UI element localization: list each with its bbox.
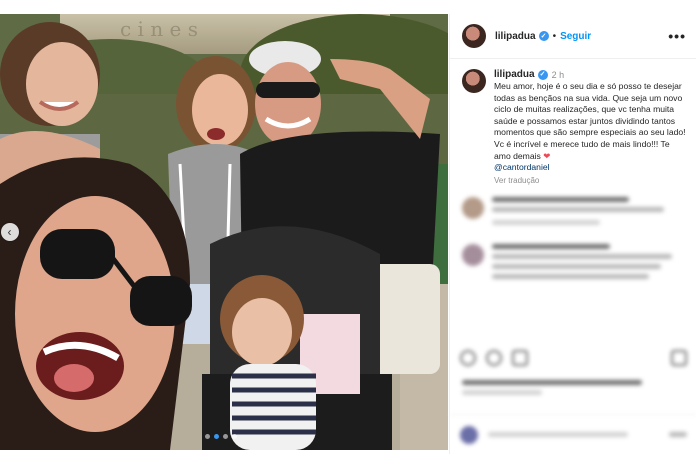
likes-summary — [462, 380, 662, 400]
comment-icon[interactable] — [486, 350, 502, 366]
heart-emoji: ❤ — [543, 150, 551, 161]
post-modal: c i n e s ‹ lilipadua ✓ • Seguir ••• lil… — [0, 14, 696, 454]
list-item — [450, 243, 696, 284]
comment-line — [492, 243, 610, 249]
caption-username[interactable]: lilipadua — [494, 69, 535, 80]
post-comment-button[interactable] — [669, 432, 687, 437]
comment-line — [492, 219, 600, 225]
separator-dot: • — [552, 30, 557, 42]
verified-badge-icon: ✓ — [537, 69, 548, 80]
avatar[interactable] — [462, 24, 486, 48]
comments-list — [450, 196, 696, 284]
comment-line — [492, 206, 665, 212]
carousel-dot — [205, 434, 210, 439]
comment-line — [492, 196, 630, 202]
action-bar — [450, 350, 696, 366]
carousel-dots — [205, 434, 237, 439]
follow-button[interactable]: Seguir — [560, 31, 591, 42]
caption-block: lilipadua ✓ 2 h Meu amor, hoje é o seu d… — [450, 59, 696, 185]
save-icon[interactable] — [671, 350, 687, 366]
verified-badge-icon: ✓ — [538, 31, 549, 41]
svg-text:c i n e s: c i n e s — [120, 17, 198, 41]
avatar — [462, 196, 484, 219]
likes-line — [462, 390, 542, 395]
likes-line — [462, 380, 642, 385]
comment-line — [492, 263, 661, 269]
verified-check-glyph: ✓ — [540, 32, 547, 40]
post-header: lilipadua ✓ • Seguir ••• — [450, 14, 696, 59]
carousel-prev-button[interactable]: ‹ — [1, 223, 19, 241]
comment-input[interactable] — [488, 432, 628, 437]
photo-illustration: c i n e s — [0, 14, 448, 450]
mention-link[interactable]: @cantordaniel — [494, 162, 688, 174]
comment-line — [492, 253, 673, 259]
share-icon[interactable] — [512, 350, 528, 366]
emoji-icon[interactable] — [460, 425, 478, 444]
verified-check-glyph: ✓ — [539, 71, 546, 78]
add-comment-row — [450, 414, 696, 454]
header-username[interactable]: lilipadua — [495, 31, 536, 42]
caption-body: Meu amor, hoje é o seu dia e só posso te… — [494, 81, 686, 161]
post-time[interactable]: 2 h — [552, 70, 565, 80]
carousel-dot — [223, 434, 228, 439]
carousel-dot — [232, 434, 237, 439]
comment-line — [492, 273, 649, 279]
list-item — [450, 196, 696, 230]
more-options-icon[interactable]: ••• — [668, 28, 686, 44]
post-side-panel: lilipadua ✓ • Seguir ••• lilipadua ✓ 2 h… — [449, 14, 696, 454]
caption-text: Meu amor, hoje é o seu dia e só posso te… — [494, 81, 688, 162]
chevron-left-icon: ‹ — [7, 225, 12, 239]
carousel-dot-active — [214, 434, 219, 439]
avatar[interactable] — [462, 69, 486, 93]
heart-icon[interactable] — [460, 350, 476, 366]
post-photo[interactable]: c i n e s ‹ — [0, 14, 448, 450]
translate-button[interactable]: Ver tradução — [494, 176, 688, 185]
avatar — [462, 243, 484, 266]
